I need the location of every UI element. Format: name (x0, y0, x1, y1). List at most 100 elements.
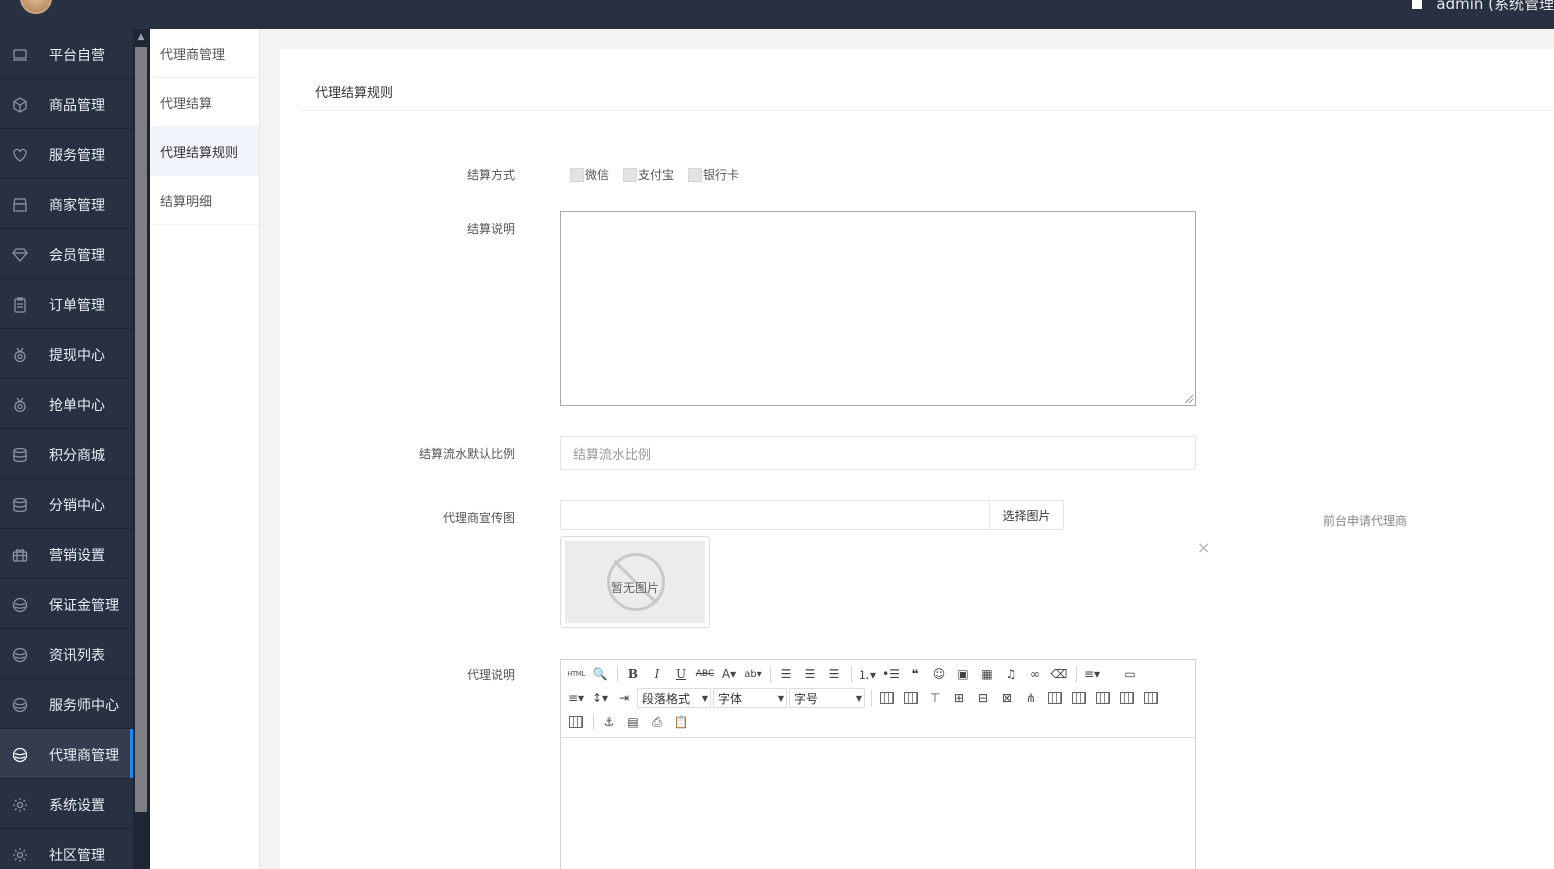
split-rows-icon[interactable] (1116, 688, 1138, 708)
split-cell-icon[interactable]: ⋔ (1020, 688, 1042, 708)
sidebar-item[interactable]: 商家管理 (0, 179, 133, 229)
highlight-icon[interactable]: ab▾ (742, 664, 764, 684)
resize-handle[interactable] (1185, 395, 1193, 403)
sidebar-item[interactable]: 会员管理 (0, 229, 133, 279)
table-props-icon[interactable] (900, 688, 922, 708)
sidebar-item[interactable]: 分销中心 (0, 479, 133, 529)
emoji-icon[interactable]: ☺ (928, 664, 950, 684)
line-height-icon[interactable]: ≡▾ (1081, 664, 1103, 684)
font-size-value: 字号 (794, 691, 819, 706)
sidebar-item[interactable]: 积分商城 (0, 429, 133, 479)
checkbox-box[interactable] (688, 167, 703, 182)
sidebar-item[interactable]: 服务师中心 (0, 679, 133, 729)
shield-icon (12, 647, 28, 663)
italic-icon[interactable]: I (646, 664, 668, 684)
font-color-icon[interactable]: A▾ (718, 664, 740, 684)
sidebar-item[interactable]: 系统设置 (0, 779, 133, 829)
submenu-item[interactable]: 代理结算规则 (150, 127, 259, 176)
font-family-select[interactable]: 字体 ▼ (713, 688, 787, 708)
sidebar-item[interactable]: 服务管理 (0, 129, 133, 179)
checkbox-label: 微信 (585, 168, 610, 182)
choose-image-button[interactable]: 选择图片 (989, 500, 1064, 530)
submenu-item[interactable]: 代理结算 (150, 78, 259, 127)
html-source-button[interactable]: HTML (565, 664, 587, 684)
delete-table-icon[interactable] (565, 712, 587, 732)
gear-icon (12, 797, 28, 813)
unordered-list-icon[interactable]: •☰ (880, 664, 902, 684)
checkbox-box[interactable] (570, 167, 584, 182)
user-menu[interactable]: admin (系统管理 (1412, 0, 1554, 14)
sidebar-item-label: 分销中心 (49, 498, 105, 514)
merge-cells-icon[interactable] (1044, 688, 1066, 708)
merge-right-icon[interactable] (1068, 688, 1090, 708)
delete-row-icon[interactable]: ⊠ (996, 688, 1018, 708)
image-icon[interactable]: ▣ (952, 664, 974, 684)
insert-col-icon[interactable]: ⊟ (972, 688, 994, 708)
sidebar-item[interactable]: 资讯列表 (0, 629, 133, 679)
gear-icon (12, 847, 28, 863)
scroll-thumb[interactable] (135, 47, 147, 812)
sidebar-item[interactable]: 社区管理 (0, 829, 133, 869)
row-spacing-icon[interactable]: ↕▾ (589, 688, 611, 708)
insert-table-icon[interactable] (876, 688, 898, 708)
sidebar-item[interactable]: 提现中心 (0, 329, 133, 379)
indent-icon[interactable]: ⇥ (613, 688, 635, 708)
ordered-list-icon[interactable]: ⒈▾ (856, 664, 878, 684)
sidebar-item-label: 订单管理 (49, 298, 105, 314)
paragraph-format-select[interactable]: 段落格式 ▼ (637, 688, 711, 708)
laptop-icon (12, 47, 28, 63)
merge-down-icon[interactable] (1092, 688, 1114, 708)
split-cols-icon[interactable] (1140, 688, 1162, 708)
scroll-up-icon[interactable]: ▲ (136, 33, 146, 42)
divider (300, 110, 1554, 111)
sidebar-item[interactable]: 保证金管理 (0, 579, 133, 629)
checkbox-box[interactable] (623, 167, 638, 182)
checkbox-alipay[interactable]: 支付宝 (623, 166, 674, 183)
user-label: admin (系统管理 (1436, 0, 1554, 13)
paste-icon[interactable]: 📋 (670, 712, 692, 732)
checkbox-bankcard[interactable]: 银行卡 (688, 166, 739, 183)
sidebar-item[interactable]: 代理商管理 (0, 729, 133, 779)
bold-icon[interactable]: B (622, 664, 644, 684)
quote-icon[interactable]: ❝ (904, 664, 926, 684)
ratio-label: 结算流水默认比例 (418, 447, 515, 461)
preview-icon[interactable]: 🔍 (589, 664, 611, 684)
sidebar-scrollbar[interactable]: ▲ (133, 29, 150, 869)
align-right-icon[interactable]: ☰ (823, 664, 845, 684)
remove-image-icon[interactable]: × (1197, 538, 1210, 557)
video-icon[interactable]: ▦ (976, 664, 998, 684)
eraser-icon[interactable]: ⌫ (1048, 664, 1070, 684)
checkbox-label: 支付宝 (638, 168, 675, 182)
link-icon[interactable]: ∞ (1024, 664, 1046, 684)
image-path-input[interactable] (560, 500, 990, 530)
page-break-icon[interactable]: ▤ (622, 712, 644, 732)
fullscreen-icon[interactable]: ▭ (1119, 664, 1141, 684)
method-label: 结算方式 (466, 168, 515, 182)
paragraph-spacing-icon[interactable]: ≡▾ (565, 688, 587, 708)
align-left-icon[interactable]: ☰ (775, 664, 797, 684)
insert-row-icon[interactable]: ⊞ (948, 688, 970, 708)
checkbox-wechat[interactable]: 微信 (570, 166, 609, 183)
sidebar-item-label: 商家管理 (49, 198, 105, 214)
sidebar-item-label: 抢单中心 (49, 398, 105, 414)
print-icon[interactable]: ⎙ (646, 712, 668, 732)
settlement-desc-textarea[interactable] (560, 211, 1196, 406)
submenu: 代理商管理 代理结算 代理结算规则 结算明细 (150, 29, 260, 869)
font-size-select[interactable]: 字号 ▼ (789, 688, 865, 708)
submenu-item[interactable]: 结算明细 (150, 176, 259, 225)
align-center-icon[interactable]: ☰ (799, 664, 821, 684)
medal-icon (12, 347, 28, 363)
music-icon[interactable]: ♫ (1000, 664, 1022, 684)
ratio-input[interactable]: 结算流水比例 (560, 436, 1196, 470)
underline-icon[interactable]: U (670, 664, 692, 684)
strikethrough-icon[interactable]: ABC (694, 664, 716, 684)
insert-caption-icon[interactable]: ⊤ (924, 688, 946, 708)
anchor-icon[interactable]: ⚓ (598, 712, 620, 732)
sidebar-item[interactable]: 商品管理 (0, 79, 133, 129)
sidebar-item[interactable]: 平台自营 (0, 29, 133, 79)
sidebar-item[interactable]: 营销设置 (0, 529, 133, 579)
sidebar-item[interactable]: 订单管理 (0, 279, 133, 329)
avatar[interactable] (20, 0, 52, 14)
sidebar-item[interactable]: 抢单中心 (0, 379, 133, 429)
submenu-item[interactable]: 代理商管理 (150, 29, 259, 78)
